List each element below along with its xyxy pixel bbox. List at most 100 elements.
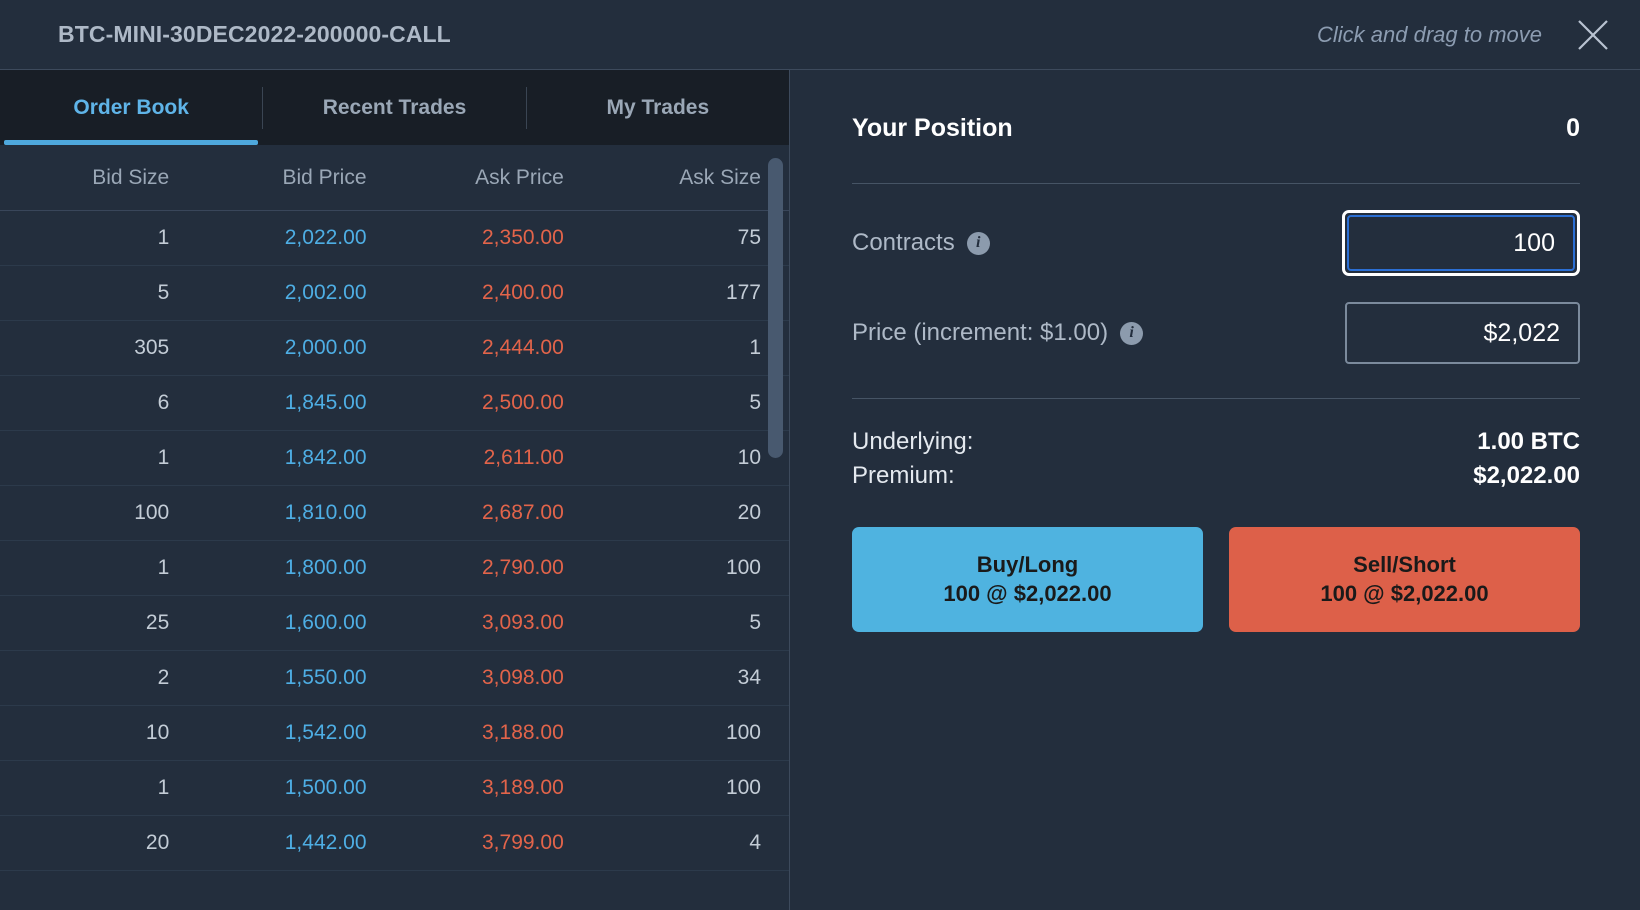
cell-ask-price: 3,093.00 bbox=[394, 595, 592, 651]
cell-ask-size: 75 bbox=[591, 210, 789, 266]
tab-my-trades[interactable]: My Trades bbox=[527, 70, 789, 145]
table-row[interactable]: 1 1,842.00 2,611.00 10 bbox=[0, 430, 789, 486]
cell-ask-price: 2,611.00 bbox=[394, 430, 592, 486]
tab-recent-trades[interactable]: Recent Trades bbox=[263, 70, 525, 145]
cell-bid-size: 20 bbox=[0, 815, 198, 871]
premium-label: Premium: bbox=[852, 462, 955, 489]
contracts-info-icon[interactable]: i bbox=[966, 231, 990, 255]
sell-short-detail: 100 @ $2,022.00 bbox=[1320, 581, 1489, 606]
table-row[interactable]: 1 1,800.00 2,790.00 100 bbox=[0, 540, 789, 596]
close-window-button[interactable] bbox=[1570, 12, 1616, 58]
cell-bid-price: 1,500.00 bbox=[197, 760, 395, 816]
price-input[interactable] bbox=[1345, 302, 1580, 364]
ticket-divider-bottom bbox=[852, 398, 1580, 399]
orderbook-table: Bid Size Bid Price Ask Price Ask Size 12… bbox=[0, 145, 789, 871]
cell-ask-size: 100 bbox=[591, 705, 789, 761]
cell-ask-size: 4 bbox=[591, 815, 789, 871]
contracts-label: Contracts i bbox=[852, 229, 990, 257]
tab-recent-trades-label: Recent Trades bbox=[322, 95, 467, 119]
table-row[interactable]: 100 1,810.00 2,687.00 20 bbox=[0, 485, 789, 541]
your-position-value: 0 bbox=[1566, 114, 1580, 142]
cell-bid-price: 1,845.00 bbox=[197, 375, 395, 431]
cell-bid-size: 25 bbox=[0, 595, 198, 651]
cell-bid-price: 1,810.00 bbox=[197, 485, 395, 541]
cell-bid-size: 1 bbox=[0, 760, 198, 816]
window-body: Order Book Recent Trades My Trades Bid S… bbox=[0, 70, 1640, 910]
table-row[interactable]: 1 2,022.00 2,350.00 75 bbox=[0, 210, 789, 266]
cell-ask-size: 1 bbox=[591, 320, 789, 376]
table-header-row: Bid Size Bid Price Ask Price Ask Size bbox=[0, 145, 789, 211]
cell-bid-price: 1,442.00 bbox=[197, 815, 395, 871]
cell-bid-price: 1,550.00 bbox=[197, 650, 395, 706]
close-icon bbox=[1573, 15, 1613, 55]
options-trade-window: BTC-MINI-30DEC2022-200000-CALL Click and… bbox=[0, 0, 1640, 910]
column-header-bid-price[interactable]: Bid Price bbox=[197, 145, 395, 211]
cell-bid-price: 1,542.00 bbox=[197, 705, 395, 761]
cell-ask-size: 10 bbox=[591, 430, 789, 486]
cell-ask-size: 100 bbox=[591, 760, 789, 816]
sell-short-button[interactable]: Sell/Short 100 @ $2,022.00 bbox=[1229, 527, 1580, 632]
table-row[interactable]: 25 1,600.00 3,093.00 5 bbox=[0, 595, 789, 651]
table-row[interactable]: 5 2,002.00 2,400.00 177 bbox=[0, 265, 789, 321]
table-row[interactable]: 305 2,000.00 2,444.00 1 bbox=[0, 320, 789, 376]
cell-ask-size: 20 bbox=[591, 485, 789, 541]
cell-ask-size: 5 bbox=[591, 595, 789, 651]
price-label: Price (increment: $1.00) i bbox=[852, 319, 1144, 347]
table-row[interactable]: 6 1,845.00 2,500.00 5 bbox=[0, 375, 789, 431]
cell-bid-price: 2,002.00 bbox=[197, 265, 395, 321]
table-row[interactable]: 10 1,542.00 3,188.00 100 bbox=[0, 705, 789, 761]
table-row[interactable]: 20 1,442.00 3,799.00 4 bbox=[0, 815, 789, 871]
drag-hint-text: Click and drag to move bbox=[1317, 21, 1542, 47]
cell-ask-price: 3,098.00 bbox=[394, 650, 592, 706]
contracts-label-text: Contracts bbox=[852, 229, 955, 256]
table-row[interactable]: 1 1,500.00 3,189.00 100 bbox=[0, 760, 789, 816]
cell-bid-price: 2,000.00 bbox=[197, 320, 395, 376]
cell-ask-size: 100 bbox=[591, 540, 789, 596]
premium-row: Premium: $2,022.00 bbox=[852, 459, 1580, 493]
cell-ask-price: 3,188.00 bbox=[394, 705, 592, 761]
cell-ask-price: 2,400.00 bbox=[394, 265, 592, 321]
cell-bid-size: 100 bbox=[0, 485, 198, 541]
contracts-field-row: Contracts i bbox=[852, 210, 1580, 276]
buy-long-detail: 100 @ $2,022.00 bbox=[943, 581, 1112, 606]
cell-ask-price: 2,790.00 bbox=[394, 540, 592, 596]
price-info-icon[interactable]: i bbox=[1120, 321, 1144, 345]
premium-value: $2,022.00 bbox=[1473, 462, 1580, 489]
ticket-actions: Buy/Long 100 @ $2,022.00 Sell/Short 100 … bbox=[852, 527, 1580, 632]
cell-ask-price: 3,189.00 bbox=[394, 760, 592, 816]
cell-bid-size: 5 bbox=[0, 265, 198, 321]
trade-ticket-panel: Your Position 0 Contracts i Price (incre… bbox=[790, 70, 1640, 910]
cell-ask-price: 2,444.00 bbox=[394, 320, 592, 376]
cell-bid-size: 1 bbox=[0, 430, 198, 486]
your-position-row: Your Position 0 bbox=[852, 98, 1580, 151]
cell-bid-price: 1,600.00 bbox=[197, 595, 395, 651]
cell-bid-size: 10 bbox=[0, 705, 198, 761]
sell-short-title: Sell/Short bbox=[1353, 552, 1456, 577]
cell-ask-size: 5 bbox=[591, 375, 789, 431]
column-header-ask-size[interactable]: Ask Size bbox=[591, 145, 789, 211]
column-header-bid-size[interactable]: Bid Size bbox=[0, 145, 198, 211]
column-header-ask-price[interactable]: Ask Price bbox=[394, 145, 592, 211]
cell-bid-size: 2 bbox=[0, 650, 198, 706]
orderbook-body: 1 2,022.00 2,350.00 75 5 2,002.00 2,400.00 177 3… bbox=[0, 210, 789, 871]
window-titlebar[interactable]: BTC-MINI-30DEC2022-200000-CALL Click and… bbox=[0, 0, 1640, 70]
titlebar-right-group: Click and drag to move bbox=[1317, 12, 1616, 58]
cell-bid-price: 1,842.00 bbox=[197, 430, 395, 486]
tab-order-book[interactable]: Order Book bbox=[0, 70, 262, 145]
cell-ask-price: 3,799.00 bbox=[394, 815, 592, 871]
underlying-value: 1.00 BTC bbox=[1477, 428, 1580, 455]
cell-ask-price: 2,500.00 bbox=[394, 375, 592, 431]
orderbook-panel: Order Book Recent Trades My Trades Bid S… bbox=[0, 70, 790, 910]
table-row[interactable]: 2 1,550.00 3,098.00 34 bbox=[0, 650, 789, 706]
cell-ask-size: 177 bbox=[591, 265, 789, 321]
buy-long-title: Buy/Long bbox=[976, 552, 1079, 577]
cell-bid-size: 6 bbox=[0, 375, 198, 431]
buy-long-button[interactable]: Buy/Long 100 @ $2,022.00 bbox=[852, 527, 1203, 632]
orderbook-scrollbar-thumb[interactable] bbox=[768, 158, 783, 458]
cell-ask-price: 2,350.00 bbox=[394, 210, 592, 266]
panel-tabs: Order Book Recent Trades My Trades bbox=[0, 70, 789, 145]
cell-bid-size: 1 bbox=[0, 210, 198, 266]
instrument-title: BTC-MINI-30DEC2022-200000-CALL bbox=[58, 21, 451, 47]
underlying-label: Underlying: bbox=[852, 428, 974, 455]
contracts-input[interactable] bbox=[1347, 215, 1575, 271]
